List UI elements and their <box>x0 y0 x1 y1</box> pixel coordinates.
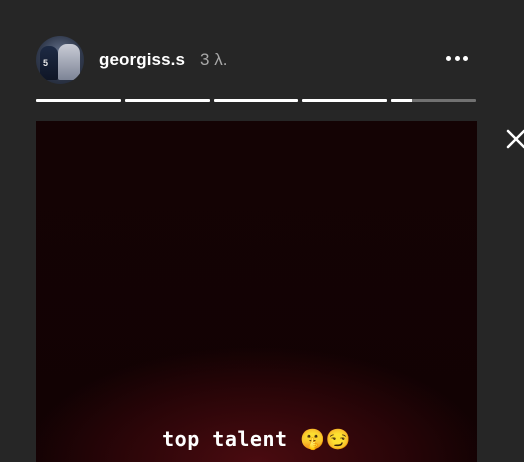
progress-segment <box>391 99 476 102</box>
progress-segment <box>36 99 121 102</box>
avatar-figure-right <box>58 44 80 80</box>
story-viewer: 5 georgiss.s 3 λ. top talent 🤫😏 <box>0 0 524 462</box>
progress-segment-fill <box>213 99 299 102</box>
username-link[interactable]: georgiss.s <box>99 50 185 70</box>
timestamp: 3 λ. <box>200 50 228 69</box>
story-header: 5 georgiss.s 3 λ. <box>36 34 476 86</box>
more-options-button[interactable] <box>446 48 468 68</box>
progress-segment <box>124 99 210 102</box>
story-caption: top talent 🤫😏 <box>162 427 351 451</box>
more-horizontal-icon <box>446 55 451 61</box>
more-horizontal-icon-dot <box>463 55 468 61</box>
story-media[interactable]: top talent 🤫😏 <box>36 121 477 462</box>
progress-segment-fill <box>391 99 413 102</box>
progress-segment <box>302 99 388 102</box>
close-button[interactable] <box>505 128 524 150</box>
avatar-jersey-number: 5 <box>43 58 49 68</box>
close-icon <box>506 129 524 149</box>
story-progress-bar <box>36 99 476 102</box>
progress-segment-fill <box>302 99 388 102</box>
more-horizontal-icon-dot <box>454 55 460 61</box>
progress-segment <box>213 99 299 102</box>
progress-segment-fill <box>124 99 210 102</box>
avatar[interactable]: 5 <box>36 36 84 84</box>
progress-segment-fill <box>36 99 121 102</box>
